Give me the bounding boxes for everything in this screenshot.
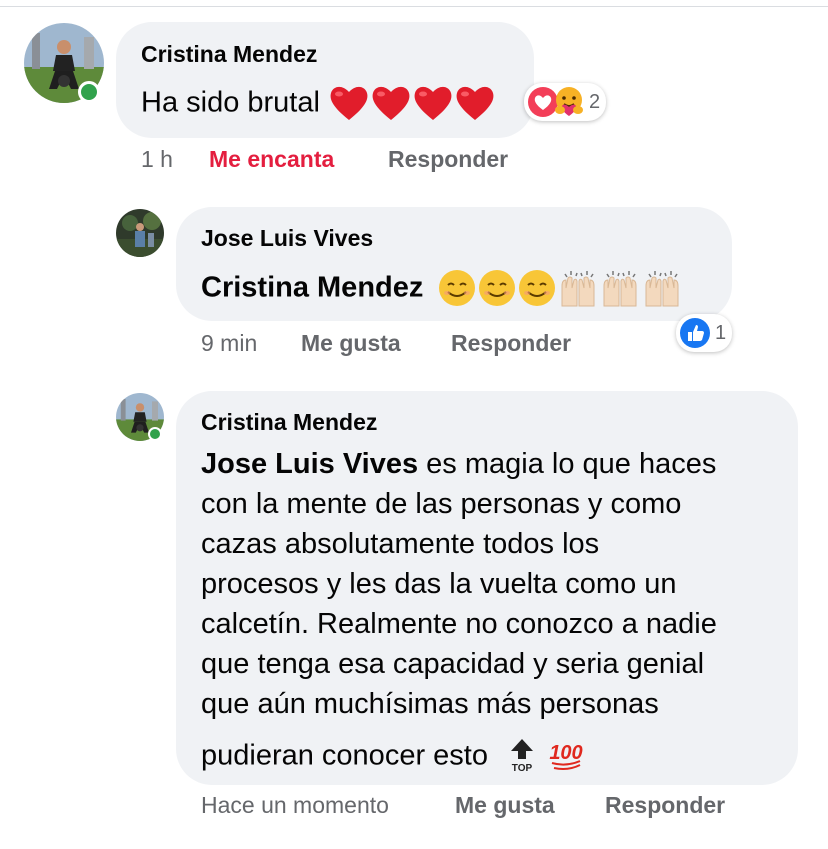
care-reaction-icon	[553, 86, 585, 118]
reply-button[interactable]: Responder	[388, 146, 508, 173]
heart-icon	[412, 84, 454, 122]
comment-line: pudieran conocer esto TOP 100	[201, 734, 791, 775]
comment-line: que tenga esa capacidad y seria genial	[201, 648, 705, 680]
comment-author[interactable]: Cristina Mendez	[201, 409, 377, 436]
heart-icon	[328, 84, 370, 122]
comment-text: Jose Luis Vives es magia lo que haces co…	[201, 444, 791, 775]
love-reaction-button[interactable]: Me encanta	[209, 146, 334, 173]
reaction-summary[interactable]: 2	[524, 83, 607, 121]
comment-line: con la mente de las personas y como	[201, 488, 682, 520]
comment-line: calcetín. Realmente no conozco a nadie	[201, 608, 717, 640]
mention-tag[interactable]: Cristina Mendez	[201, 272, 423, 304]
comment-line: procesos y les das la vuelta como un	[201, 568, 677, 600]
reaction-summary[interactable]: 1	[676, 314, 733, 352]
reply-button[interactable]: Responder	[451, 330, 571, 357]
top-arrow-icon: TOP	[506, 737, 538, 773]
raising-hands-icon	[557, 268, 599, 308]
reaction-count: 1	[715, 321, 727, 344]
comment-line: Jose Luis Vives es magia lo que haces	[201, 444, 791, 484]
reaction-count: 2	[589, 90, 601, 113]
comment-text-content: Ha sido brutal	[141, 86, 320, 119]
comment-line: cazas absolutamente todos los	[201, 528, 600, 560]
comment-text: Ha sido brutal	[141, 84, 496, 122]
mention-tag[interactable]: Jose Luis Vives	[201, 448, 418, 480]
reply-button[interactable]: Responder	[605, 792, 725, 819]
raising-hands-icon	[641, 268, 683, 308]
comment-line-text: es magia lo que haces	[418, 448, 717, 480]
smile-icon	[477, 268, 517, 308]
online-status-dot	[78, 81, 100, 103]
hundred-points-icon: 100	[546, 737, 586, 773]
like-reaction-icon	[679, 317, 711, 349]
comment-author[interactable]: Cristina Mendez	[141, 41, 317, 68]
like-button[interactable]: Me gusta	[455, 792, 555, 819]
smile-icon	[517, 268, 557, 308]
svg-text:TOP: TOP	[512, 763, 533, 773]
like-button[interactable]: Me gusta	[301, 330, 401, 357]
comment-timestamp[interactable]: Hace un momento	[201, 792, 389, 819]
comment-timestamp[interactable]: 1 h	[141, 146, 173, 173]
comment-author[interactable]: Jose Luis Vives	[201, 225, 373, 252]
online-status-dot	[148, 427, 162, 441]
raising-hands-icon	[599, 268, 641, 308]
comment-line: que aún muchísimas más personas	[201, 688, 659, 720]
smile-icon	[437, 268, 477, 308]
heart-icon	[370, 84, 412, 122]
heart-icon	[454, 84, 496, 122]
avatar[interactable]	[116, 209, 164, 257]
divider	[0, 6, 828, 7]
svg-text:100: 100	[549, 742, 582, 764]
comment-timestamp[interactable]: 9 min	[201, 330, 257, 357]
comment-text: Cristina Mendez	[201, 268, 683, 308]
comment-line-text: pudieran conocer esto	[201, 739, 488, 772]
